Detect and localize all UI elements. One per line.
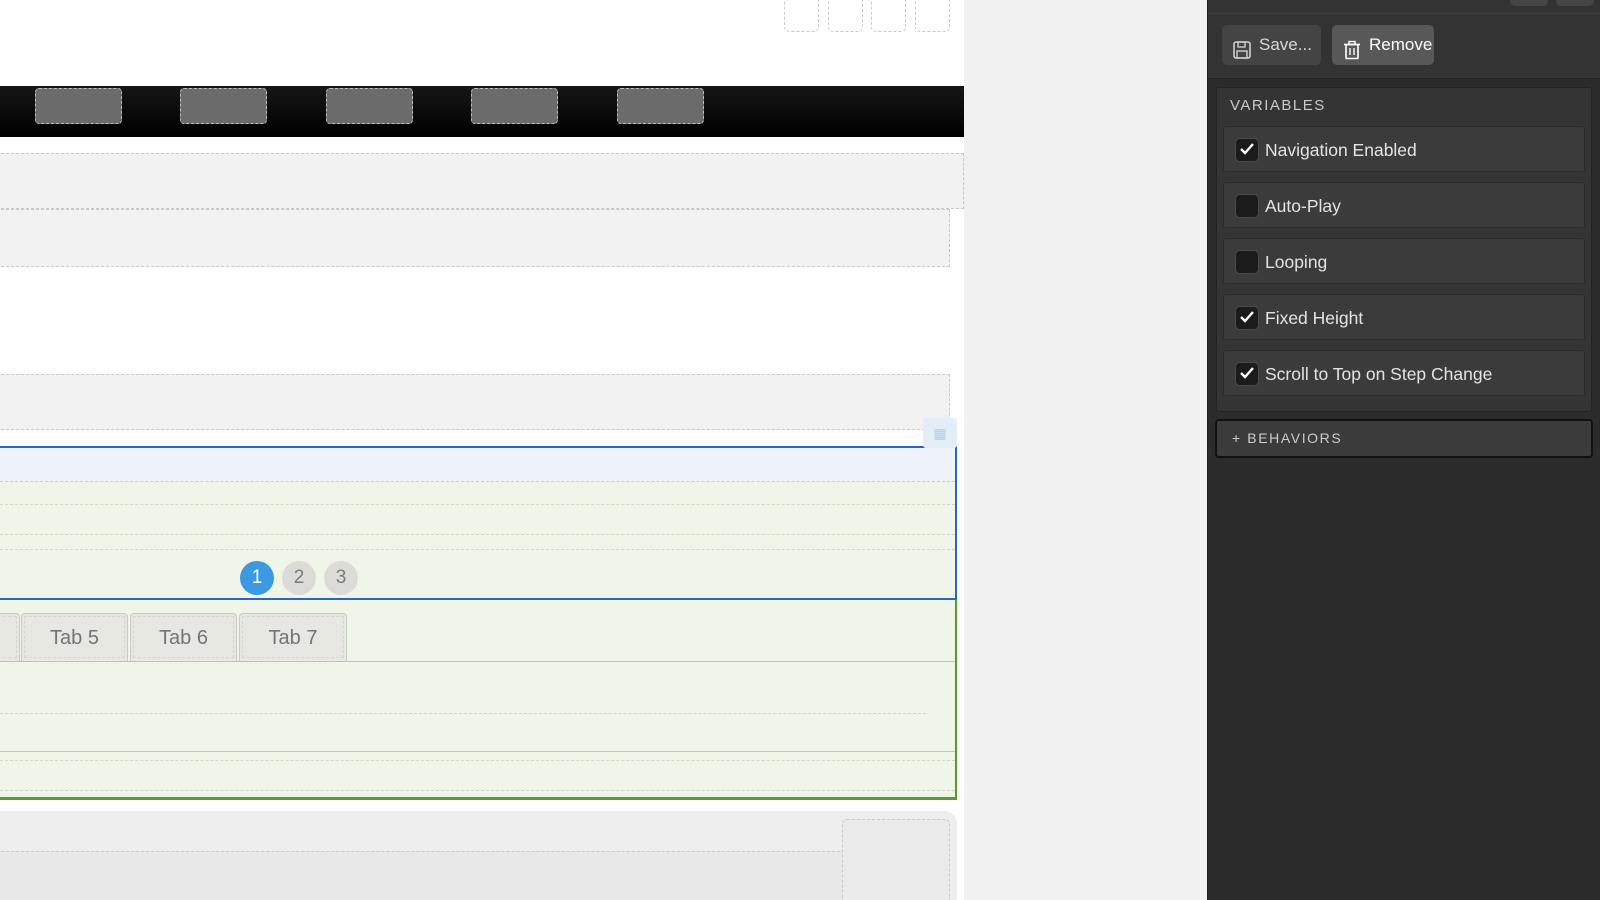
tab-7[interactable]: Tab 7 [239, 613, 347, 661]
tab-panel-border [0, 661, 955, 662]
divider [0, 504, 955, 505]
content-placeholder[interactable] [0, 209, 950, 267]
strip-button[interactable] [1556, 0, 1594, 6]
floppy-disk-icon [1232, 35, 1252, 59]
variable-fixed-height[interactable]: Fixed Height [1223, 294, 1585, 340]
placeholder-slot[interactable] [828, 0, 863, 32]
checkbox-checked[interactable] [1235, 306, 1259, 330]
pagination-dot-1[interactable]: 1 [240, 561, 274, 595]
strip-button[interactable] [1510, 0, 1548, 6]
content-placeholder[interactable] [0, 851, 950, 900]
variables-title: VARIABLES [1230, 97, 1326, 114]
remove-button[interactable]: Remove [1332, 25, 1434, 65]
design-canvas: ▦ 1 2 3 Tab 5 Tab 6 Tab 7 [0, 0, 964, 900]
placeholder-slot[interactable] [784, 0, 819, 32]
nav-button-placeholder[interactable] [471, 88, 558, 124]
divider [0, 790, 955, 791]
stepper-widget[interactable]: ▦ 1 2 3 [0, 418, 957, 600]
widget-settings-icon[interactable]: ▦ [923, 418, 957, 448]
remove-label: Remove [1369, 35, 1433, 54]
tab-5[interactable]: Tab 5 [21, 613, 128, 661]
nav-button-placeholder[interactable] [326, 88, 413, 124]
variable-label: Scroll to Top on Step Change [1265, 364, 1493, 384]
content-placeholder[interactable] [0, 374, 950, 430]
checkbox-unchecked[interactable] [1235, 250, 1259, 274]
trash-icon [1342, 35, 1362, 60]
tabs-widget[interactable]: Tab 5 Tab 6 Tab 7 [0, 600, 957, 800]
tab-partial[interactable] [0, 613, 20, 661]
variables-section: VARIABLES Navigation Enabled Auto-Play L… [1216, 87, 1592, 412]
variable-label: Fixed Height [1265, 308, 1364, 328]
checkbox-unchecked[interactable] [1235, 194, 1259, 218]
pagination-dot-3[interactable]: 3 [324, 561, 358, 595]
save-label: Save... [1259, 35, 1312, 54]
nav-button-placeholder[interactable] [180, 88, 267, 124]
content-placeholder[interactable] [0, 153, 964, 209]
image-placeholder[interactable] [842, 819, 950, 900]
divider [0, 760, 955, 761]
panel-toolbar: Save... Remove [1208, 14, 1600, 79]
footer-block[interactable] [0, 811, 957, 900]
variable-label: Navigation Enabled [1265, 140, 1417, 160]
checkbox-checked[interactable] [1235, 138, 1259, 162]
navbar-block[interactable] [0, 86, 964, 137]
divider [0, 534, 955, 535]
placeholder-slot[interactable] [915, 0, 950, 32]
variable-scroll-to-top[interactable]: Scroll to Top on Step Change [1223, 350, 1585, 396]
save-button[interactable]: Save... [1222, 25, 1321, 65]
variable-looping[interactable]: Looping [1223, 238, 1585, 284]
variable-label: Auto-Play [1265, 196, 1341, 216]
nav-button-placeholder[interactable] [617, 88, 704, 124]
tab-panel-border [0, 751, 955, 752]
properties-panel: Save... Remove VARIABLES Navigation Enab… [1207, 0, 1600, 900]
variable-label: Looping [1265, 252, 1328, 272]
panel-top-strip [1208, 0, 1600, 14]
pagination-dot-2[interactable]: 2 [282, 561, 316, 595]
checkbox-checked[interactable] [1235, 362, 1259, 386]
divider [0, 549, 955, 550]
step-header [0, 448, 955, 482]
add-behaviors-button[interactable]: + BEHAVIORS [1215, 419, 1593, 458]
placeholder-slot[interactable] [871, 0, 906, 32]
tab-6[interactable]: Tab 6 [130, 613, 237, 661]
nav-button-placeholder[interactable] [35, 88, 122, 124]
variable-auto-play[interactable]: Auto-Play [1223, 182, 1585, 228]
variable-navigation-enabled[interactable]: Navigation Enabled [1223, 126, 1585, 172]
divider [0, 713, 926, 714]
